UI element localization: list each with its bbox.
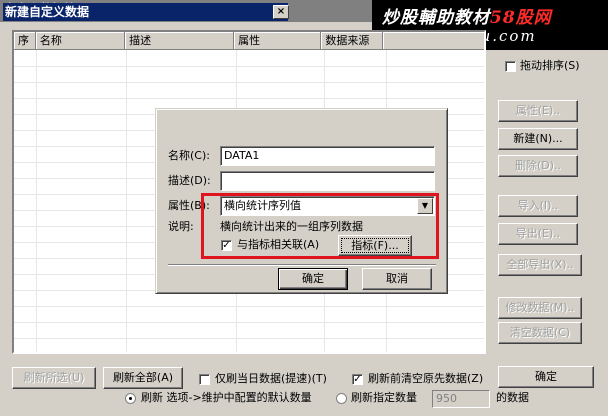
grid-line [14, 82, 484, 83]
today-only-label: 仅刷当日数据(提速)(T) [215, 372, 327, 385]
column-header-attribute[interactable]: 属性 [234, 32, 322, 50]
refresh-specified-radio[interactable] [336, 393, 347, 404]
modify-data-button[interactable]: 修改数据(M).. [498, 297, 582, 319]
column-header-index[interactable]: 序 [14, 32, 36, 50]
grid-line [14, 322, 484, 323]
refresh-all-button[interactable]: 刷新全部(A) [103, 367, 183, 389]
drag-sort-checkbox[interactable] [505, 61, 516, 72]
clear-data-button[interactable]: 清空数据(C) [498, 322, 582, 344]
column-header-description[interactable]: 描述 [125, 32, 235, 50]
main-ok-button[interactable]: 确定 [498, 366, 594, 388]
watermark-line1: 炒股輔助教材58股网 [382, 3, 552, 28]
grid-line [14, 66, 484, 67]
clear-before-refresh-label: 刷新前清空原先数据(Z) [368, 372, 484, 385]
refresh-default-label: 刷新 选项->维护中配置的默认数量 [141, 391, 312, 404]
column-header-source[interactable]: 数据来源 [321, 32, 383, 50]
properties-button[interactable]: 属性(E).. [498, 100, 578, 122]
delete-button[interactable]: 删除(D).. [498, 155, 578, 177]
dialog-separator [168, 264, 436, 266]
dialog-title: 新建自定义数据 [3, 3, 288, 21]
grid-line [14, 98, 484, 99]
watermark-brand: 58股网 [490, 8, 552, 28]
column-header-filler [382, 32, 484, 50]
grid-line [36, 50, 37, 352]
name-input[interactable]: DATA1 [220, 146, 435, 166]
description-input[interactable] [220, 171, 435, 191]
name-label: 名称(C): [168, 149, 210, 162]
column-header-name[interactable]: 名称 [35, 32, 126, 50]
dialog-ok-button[interactable]: 确定 [278, 268, 348, 290]
grid-line [14, 306, 484, 307]
drag-sort-label: 拖动排序(S) [520, 59, 580, 72]
import-button[interactable]: 导入(I).. [498, 195, 578, 217]
close-icon[interactable]: × [273, 5, 289, 19]
explanation-label: 说明: [168, 220, 194, 233]
refresh-selected-button[interactable]: 刷新所选(U) [12, 367, 96, 389]
list-header: 序 名称 描述 属性 数据来源 [14, 32, 484, 50]
export-button[interactable]: 导出(E).. [498, 223, 578, 245]
highlight-box [201, 193, 439, 259]
clear-before-refresh-checkbox[interactable]: ✓ [352, 374, 363, 385]
refresh-specified-label: 刷新指定数量 [351, 391, 417, 404]
count-input[interactable]: 950 [432, 390, 490, 408]
dialog-cancel-button[interactable]: 取消 [362, 268, 432, 290]
new-button[interactable]: 新建(N)... [498, 128, 578, 150]
grid-line [126, 50, 127, 352]
description-label: 描述(D): [168, 174, 211, 187]
refresh-default-radio[interactable] [125, 393, 136, 404]
watermark-prefix: 炒股輔助教材 [382, 8, 490, 28]
count-suffix: 的数据 [496, 391, 529, 404]
grid-line [14, 338, 484, 339]
export-all-button[interactable]: 全部导出(X).. [498, 254, 582, 276]
today-only-checkbox[interactable] [199, 374, 210, 385]
